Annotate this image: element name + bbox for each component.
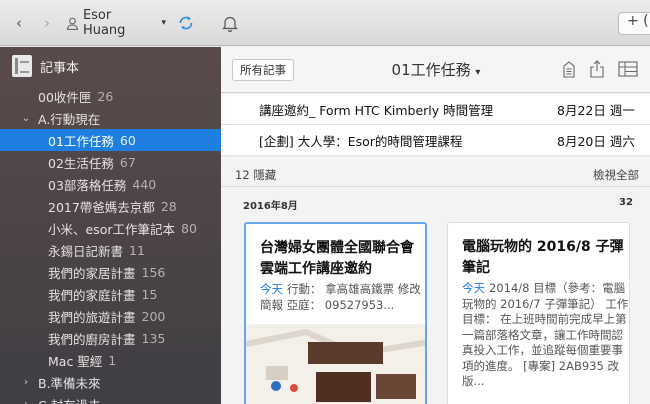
sidebar-item-label: Mac 聖經 [48, 353, 103, 369]
sidebar-item-label: 02生活任務 [48, 155, 114, 171]
sidebar-item-label: A.行動現在 [38, 111, 101, 127]
sync-icon[interactable] [176, 13, 196, 33]
user-name: Esor Huang [82, 8, 126, 38]
chevron-down-icon[interactable]: ⌄ [20, 113, 32, 124]
sidebar-item[interactable]: 2017帶爸媽去京都 28 [0, 195, 221, 217]
sidebar-item-count: 80 [181, 220, 197, 236]
sidebar-item-label: B.準備未來 [38, 375, 101, 391]
card-body: 行動： 拿高雄高鐵票 修改簡報 亞庭： 09527953... [260, 282, 421, 312]
sidebar-item[interactable]: 03部落格任務 440 [0, 173, 221, 195]
note-card[interactable]: 台灣婦女團體全國聯合會雲端工作講座邀約 今天 行動： 拿高雄高鐵票 修改簡報 亞庭… [244, 222, 427, 404]
card-snippet: 今天 行動： 拿高雄高鐵票 修改簡報 亞庭： 09527953... [260, 282, 425, 313]
map-thumbnail [246, 324, 425, 404]
card-today: 今天 [260, 282, 283, 296]
note-row[interactable]: [企劃] 大人學：Esor的時間管理課程 8月20日 週六 [221, 125, 650, 156]
sidebar-item-label: 2017帶爸媽去京都 [48, 199, 155, 215]
sidebar-item-count: 156 [141, 264, 166, 280]
sidebar-item-label: 00收件匣 [38, 89, 92, 105]
divider [221, 186, 650, 187]
notebook-title-text: 01工作任務 [391, 61, 471, 79]
sidebar-item[interactable]: 我們的旅遊計畫 200 [0, 305, 221, 327]
note-list: 講座邀約_ Form HTC Kimberly 時間管理 8月22日 週一 [企… [221, 94, 650, 156]
card-body: 2014/8 目標（參考：電腦玩物的 2016/7 子彈筆記） 工作目標： 在上… [462, 281, 629, 388]
card-snippet: 今天 2014/8 目標（參考：電腦玩物的 2016/7 子彈筆記） 工作目標： … [462, 281, 629, 390]
sidebar-item-count: 67 [119, 154, 136, 170]
sidebar-item-count: 26 [97, 88, 114, 104]
note-date: 8月20日 週六 [557, 133, 635, 149]
title-bar: ‹ › Esor Huang ▾ + ( [0, 0, 650, 46]
sidebar-item[interactable]: › C.封存過去 [0, 393, 221, 404]
sidebar-item[interactable]: 我們的家居計畫 156 [0, 261, 221, 283]
view-toggle-icon[interactable] [618, 59, 638, 79]
sidebar-item[interactable]: 永錫日記新書 11 [0, 239, 221, 261]
sidebar-item-count: 440 [132, 176, 157, 192]
chevron-right-icon[interactable]: › [20, 399, 32, 404]
sidebar-item[interactable]: › B.準備未來 [0, 371, 221, 393]
sidebar-item-count: 200 [141, 308, 166, 324]
sidebar-header-label: 記事本 [40, 60, 80, 76]
month-label: 2016年8月 [243, 201, 298, 212]
sidebar-item-label: 我們的家居計畫 [48, 265, 136, 281]
sidebar-item[interactable]: 小米、esor工作筆記本 80 [0, 217, 221, 239]
sidebar-item-label: 我們的廚房計畫 [48, 331, 136, 347]
sidebar-item-label: 我們的家庭計畫 [48, 287, 136, 303]
sidebar-item[interactable]: 01工作任務 60 [0, 129, 221, 151]
sidebar-item-label: C.封存過去 [38, 395, 101, 404]
all-notes-button[interactable]: 所有記事 [232, 59, 294, 81]
note-date: 8月22日 週一 [557, 102, 635, 118]
sidebar-item-count: 1 [108, 352, 117, 368]
bell-icon[interactable] [220, 13, 240, 33]
sidebar-item[interactable]: Mac 聖經 1 [0, 349, 221, 371]
sidebar-item-count: 60 [119, 132, 136, 148]
sidebar: 記事本 00收件匣 26 ⌄ A.行動現在 01工作任務 60 02生活任務 67 03部落格任… [0, 47, 221, 404]
note-title: 講座邀約_ Form HTC Kimberly 時間管理 [259, 102, 494, 118]
sidebar-item[interactable]: ⌄ A.行動現在 [0, 107, 221, 129]
chevron-down-icon: ▾ [161, 18, 166, 28]
back-icon[interactable]: ‹ [10, 13, 28, 33]
sidebar-item-label: 小米、esor工作筆記本 [48, 221, 175, 237]
sidebar-item-count: 11 [129, 242, 145, 258]
chevron-down-icon: ▾ [475, 67, 481, 78]
notebook-info-icon[interactable] [559, 59, 579, 79]
card-title: 電腦玩物的 2016/8 子彈筆記 [462, 239, 624, 276]
note-row[interactable]: 講座邀約_ Form HTC Kimberly 時間管理 8月22日 週一 [221, 94, 650, 125]
sidebar-item[interactable]: 我們的廚房計畫 135 [0, 327, 221, 349]
forward-icon[interactable]: › [38, 13, 56, 33]
note-card[interactable]: 電腦玩物的 2016/8 子彈筆記 今天 2014/8 目標（參考：電腦玩物的 2… [447, 222, 630, 404]
view-all-link[interactable]: 檢視全部 [593, 167, 639, 183]
share-icon[interactable] [587, 59, 607, 79]
notebook-title[interactable]: 01工作任務 ▾ [371, 59, 501, 80]
card-today: 今天 [462, 281, 485, 295]
sidebar-item-count: 15 [141, 286, 158, 302]
sidebar-item-label: 01工作任務 [48, 133, 114, 149]
sidebar-item-label: 03部落格任務 [48, 177, 127, 193]
sidebar-item-label: 我們的旅遊計畫 [48, 309, 136, 325]
chevron-right-icon[interactable]: › [20, 377, 32, 388]
sidebar-item[interactable]: 我們的家庭計畫 15 [0, 283, 221, 305]
month-count: 32 [619, 197, 633, 208]
notebook-icon [12, 55, 32, 77]
main-panel: 所有記事 01工作任務 ▾ 講座邀約_ Form HTC Kimberly 時間… [221, 47, 650, 404]
new-note-button[interactable]: + ( [618, 12, 650, 35]
card-title: 台灣婦女團體全國聯合會雲端工作講座邀約 [260, 240, 414, 277]
sidebar-item[interactable]: 00收件匣 26 [0, 85, 221, 107]
sidebar-item[interactable]: 02生活任務 67 [0, 151, 221, 173]
hidden-count: 12 隱藏 [235, 168, 277, 182]
sidebar-item-label: 永錫日記新書 [48, 243, 124, 259]
user-icon [66, 17, 78, 30]
notebook-header: 所有記事 01工作任務 ▾ [221, 47, 650, 93]
sidebar-header[interactable]: 記事本 [12, 55, 79, 77]
sidebar-item-count: 135 [141, 330, 166, 346]
note-title: [企劃] 大人學：Esor的時間管理課程 [259, 133, 463, 149]
user-menu[interactable]: Esor Huang ▾ [66, 8, 166, 38]
notebook-list: 00收件匣 26 ⌄ A.行動現在 01工作任務 60 02生活任務 67 03部落格任務 440… [0, 85, 221, 404]
sidebar-item-count: 28 [160, 198, 177, 214]
